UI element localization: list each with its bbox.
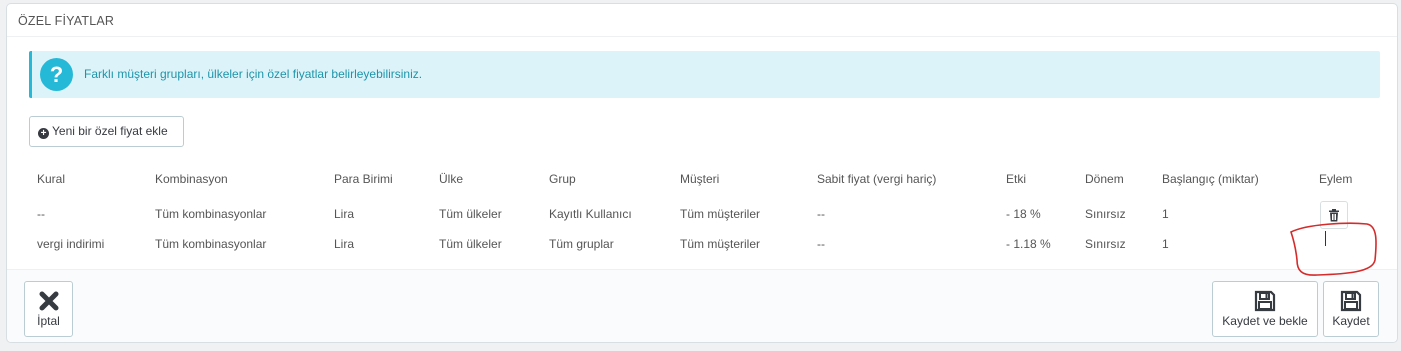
cell-group: Tüm gruplar: [549, 237, 614, 251]
table-row: -- Tüm kombinasyonlar Lira Tüm ülkeler K…: [29, 199, 1380, 229]
floppy-disk-icon: [1254, 290, 1276, 312]
col-header-impact: Etki: [1006, 172, 1027, 186]
save-and-stay-label: Kaydet ve bekle: [1222, 314, 1308, 328]
close-icon: [39, 291, 58, 311]
col-header-group: Grup: [549, 172, 576, 186]
cell-currency: Lira: [334, 237, 355, 251]
cell-country: Tüm ülkeler: [439, 207, 502, 221]
cell-currency: Lira: [334, 207, 355, 221]
cell-customer: Tüm müşteriler: [680, 237, 761, 251]
question-icon: ?: [40, 58, 73, 91]
cell-impact: - 18 %: [1006, 207, 1041, 221]
floppy-disk-icon: [1340, 290, 1362, 312]
col-header-rule: Kural: [37, 172, 66, 186]
col-header-currency: Para Birimi: [334, 172, 393, 186]
cell-group: Kayıtlı Kullanıcı: [549, 207, 632, 221]
save-button[interactable]: Kaydet: [1323, 281, 1379, 337]
save-and-stay-button[interactable]: Kaydet ve bekle: [1212, 281, 1318, 337]
cell-customer: Tüm müşteriler: [680, 207, 761, 221]
col-header-combination: Kombinasyon: [155, 172, 228, 186]
table-row: vergi indirimi Tüm kombinasyonlar Lira T…: [29, 229, 1380, 259]
cancel-button[interactable]: İptal: [24, 281, 73, 337]
add-specific-price-button[interactable]: + Yeni bir özel fiyat ekle: [29, 116, 184, 147]
col-header-country: Ülke: [439, 172, 464, 186]
col-header-action: Eylem: [1319, 172, 1353, 186]
save-label: Kaydet: [1332, 314, 1370, 328]
cell-combination: Tüm kombinasyonlar: [155, 237, 267, 251]
col-header-fixed-price: Sabit fiyat (vergi hariç): [817, 172, 937, 186]
specific-prices-panel: ÖZEL FİYATLAR ? Farklı müşteri grupları,…: [6, 3, 1398, 343]
panel-footer: İptal Kaydet ve bekle Kaydet: [7, 269, 1397, 342]
col-header-period: Dönem: [1085, 172, 1124, 186]
plus-circle-icon: +: [38, 128, 49, 139]
cell-from-quantity: 1: [1162, 237, 1169, 251]
col-header-from-quantity: Başlangıç (miktar): [1162, 172, 1259, 186]
cell-from-quantity: 1: [1162, 207, 1169, 221]
alert-text: Farklı müşteri grupları, ülkeler için öz…: [84, 67, 423, 81]
add-button-label: Yeni bir özel fiyat ekle: [52, 124, 168, 138]
cell-country: Tüm ülkeler: [439, 237, 502, 251]
table-header-row: Kural Kombinasyon Para Birimi Ülke Grup …: [29, 164, 1380, 191]
cell-impact: - 1.18 %: [1006, 237, 1051, 251]
cell-period: Sınırsız: [1085, 237, 1126, 251]
cell-period: Sınırsız: [1085, 207, 1126, 221]
cell-fixed-price: --: [817, 237, 825, 251]
info-alert: ? Farklı müşteri grupları, ülkeler için …: [29, 51, 1380, 98]
cell-rule: vergi indirimi: [37, 237, 105, 251]
cancel-label: İptal: [37, 314, 60, 328]
panel-title: ÖZEL FİYATLAR: [7, 4, 1397, 37]
specific-prices-table: Kural Kombinasyon Para Birimi Ülke Grup …: [29, 164, 1380, 251]
col-header-customer: Müşteri: [680, 172, 720, 186]
cell-rule: --: [37, 207, 45, 221]
cell-combination: Tüm kombinasyonlar: [155, 207, 267, 221]
hand-drawn-highlight-circle: [1290, 222, 1377, 276]
cell-fixed-price: --: [817, 207, 825, 221]
